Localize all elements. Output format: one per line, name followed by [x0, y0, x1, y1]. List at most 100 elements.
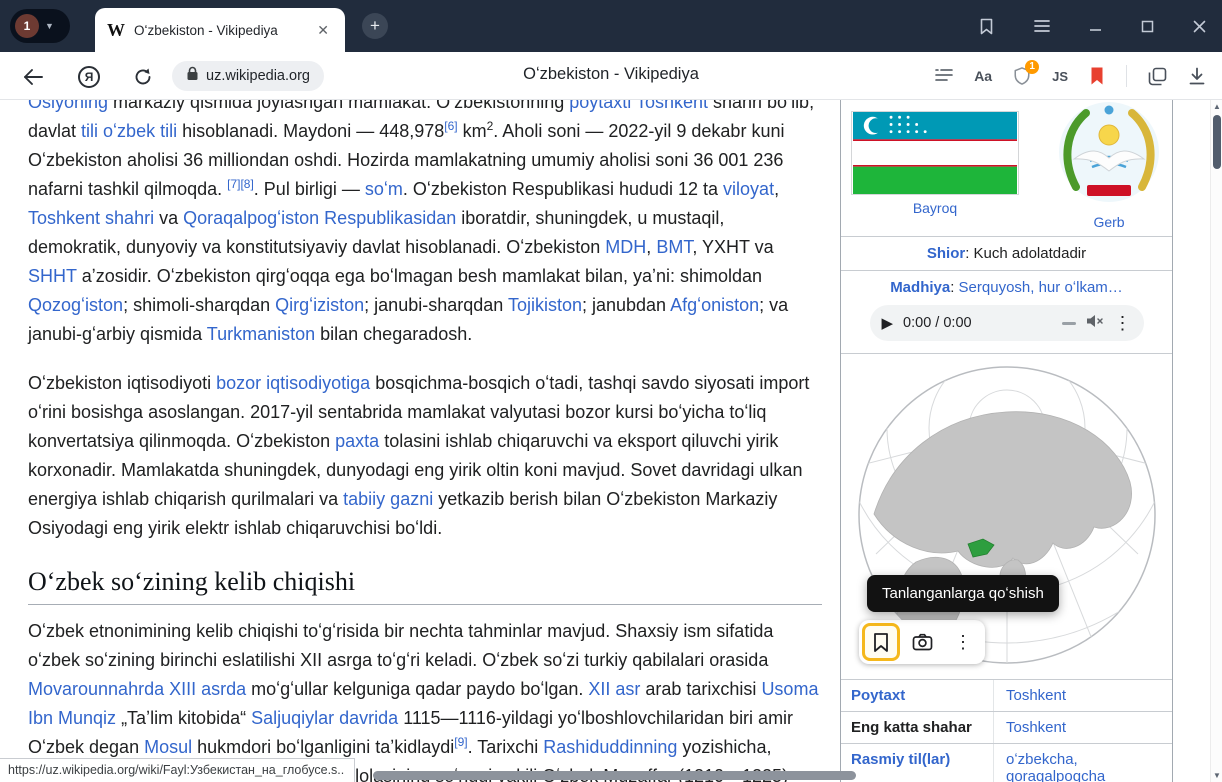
- wiki-link[interactable]: [9]: [454, 735, 467, 749]
- wiki-link[interactable]: Saljuqiylar davrida: [251, 708, 398, 728]
- wiki-link[interactable]: Toshkent shahri: [28, 208, 154, 228]
- chevron-down-icon: ▼: [45, 21, 54, 31]
- wiki-link[interactable]: [7][8]: [227, 177, 254, 191]
- wiki-link[interactable]: SHHT: [28, 266, 77, 286]
- audio-player[interactable]: ▶ 0:00 / 0:00 ⋮: [870, 305, 1144, 341]
- emblem-caption-link[interactable]: Gerb: [1056, 214, 1162, 230]
- maximize-icon[interactable]: [1141, 20, 1154, 33]
- text-run: hukmdori boʻlganligini taʼkidlaydi: [192, 737, 454, 757]
- reload-icon[interactable]: [130, 64, 156, 90]
- yandex-search-icon[interactable]: Я: [76, 64, 102, 90]
- minimize-icon[interactable]: [1089, 20, 1102, 33]
- screenshot-button[interactable]: [903, 623, 941, 661]
- scroll-down-arrow[interactable]: ▼: [1211, 771, 1222, 780]
- text-run: „Taʼlim kitobida“: [116, 708, 251, 728]
- location-map-row: Tanlanganlarga qoʻshish ⋮: [841, 353, 1172, 679]
- largest-city-value-link[interactable]: Toshkent: [993, 712, 1172, 743]
- infobox-table: Poytaxt Toshkent Eng katta shahar Toshke…: [841, 679, 1172, 782]
- wiki-link[interactable]: Tojikiston: [508, 295, 582, 315]
- flag-figure[interactable]: Bayroq: [851, 111, 1019, 216]
- wiki-link[interactable]: XII asr: [588, 679, 640, 699]
- wiki-link[interactable]: [6]: [444, 119, 457, 133]
- text-run: . Tarixchi: [468, 737, 544, 757]
- javascript-icon[interactable]: JS: [1052, 69, 1068, 84]
- wiki-link[interactable]: soʻm: [365, 179, 403, 199]
- titlebar: 1 ▼ W Oʻzbekiston - Vikipediya ✕ +: [0, 0, 1222, 52]
- text-run: hisoblanadi. Maydoni — 448,978: [177, 121, 444, 141]
- reference-link[interactable]: [7][8]: [227, 177, 254, 191]
- browser-window: 1 ▼ W Oʻzbekiston - Vikipediya ✕ +: [0, 0, 1222, 782]
- flag-caption-link[interactable]: Bayroq: [851, 200, 1019, 216]
- sidebar-panel-icon[interactable]: [978, 17, 995, 36]
- vertical-scrollbar[interactable]: ▲ ▼: [1210, 100, 1222, 782]
- text-run: yozishicha,: [677, 737, 771, 757]
- wiki-link[interactable]: Mosul: [144, 737, 192, 757]
- official-languages-value-link[interactable]: oʻzbekcha, qoraqalpoqcha: [993, 744, 1172, 782]
- horizontal-scrollbar-thumb[interactable]: [373, 771, 856, 780]
- close-icon[interactable]: [1193, 20, 1206, 33]
- wiki-link[interactable]: Afgʻoniston: [670, 295, 759, 315]
- new-tab-button[interactable]: +: [362, 13, 388, 39]
- translate-icon[interactable]: Aа: [974, 68, 992, 84]
- more-actions-button[interactable]: ⋮: [944, 623, 982, 661]
- motto-label-link[interactable]: Shior: [927, 245, 965, 262]
- wiki-link[interactable]: tabiiy gazni: [343, 489, 433, 509]
- uzbekistan-emblem-image[interactable]: [1056, 100, 1162, 205]
- emblem-figure[interactable]: Gerb: [1056, 100, 1162, 230]
- add-to-favorites-button[interactable]: [862, 623, 900, 661]
- text-run: markaziy qismida joylashgan mamlakat. Oʻ…: [108, 100, 569, 112]
- wiki-link[interactable]: BMT: [656, 237, 692, 257]
- wiki-link[interactable]: viloyat: [723, 179, 774, 199]
- section-heading: Oʻzbek soʻzining kelib chiqishi: [28, 567, 822, 605]
- play-icon[interactable]: ▶: [882, 314, 894, 332]
- text-run: . Oʻzbekiston Respublikasi hududi 12 ta: [403, 179, 723, 199]
- download-icon[interactable]: [1188, 67, 1206, 86]
- wiki-link[interactable]: tili oʻzbek tili: [81, 121, 177, 141]
- text-run: ; janubdan: [582, 295, 670, 315]
- seek-slider[interactable]: [1062, 322, 1076, 325]
- official-languages-label-link[interactable]: Rasmiy til(lar): [841, 744, 993, 782]
- page-content: Osiyoning markaziy qismida joylashgan ma…: [0, 100, 1210, 782]
- scroll-up-arrow[interactable]: ▲: [1211, 102, 1222, 111]
- reference-link[interactable]: [9]: [454, 735, 467, 749]
- back-button[interactable]: [20, 64, 46, 90]
- capital-value-link[interactable]: Toshkent: [993, 680, 1172, 711]
- volume-muted-icon[interactable]: [1086, 313, 1104, 333]
- wiki-link[interactable]: Qoraqalpogʻiston Respublikasidan: [183, 208, 456, 228]
- capital-label-link[interactable]: Poytaxt: [841, 680, 993, 711]
- menu-icon[interactable]: [1034, 19, 1050, 33]
- wiki-link[interactable]: paxta: [335, 431, 379, 451]
- text-run: ,: [774, 179, 779, 199]
- browser-tab[interactable]: W Oʻzbekiston - Vikipediya ✕: [95, 8, 345, 52]
- bookmark-flag-icon[interactable]: [1089, 66, 1105, 86]
- tab-group-selector[interactable]: 1 ▼: [10, 9, 70, 43]
- wiki-link[interactable]: Qozogʻiston: [28, 295, 123, 315]
- text-run: . Pul birligi —: [254, 179, 365, 199]
- audio-menu-icon[interactable]: ⋮: [1114, 314, 1132, 332]
- protect-extension-icon[interactable]: 1: [1013, 66, 1031, 86]
- wiki-link[interactable]: Movarounnahrda XIII asrda: [28, 679, 246, 699]
- image-action-bar: ⋮: [859, 620, 985, 664]
- collections-tabs-icon[interactable]: [1148, 67, 1167, 86]
- text-run: Oʻzbekiston iqtisodiyoti: [28, 373, 216, 393]
- wiki-link[interactable]: Rashiduddinning: [543, 737, 677, 757]
- wiki-link[interactable]: poytaxti Toshkent: [569, 100, 708, 112]
- vertical-scrollbar-thumb[interactable]: [1213, 115, 1221, 169]
- wiki-link[interactable]: MDH: [605, 237, 646, 257]
- text-run: bilan chegaradosh.: [315, 324, 472, 344]
- anthem-title-link[interactable]: Serquyosh, hur oʻlkam…: [959, 279, 1123, 296]
- uzbekistan-flag-image[interactable]: [851, 111, 1019, 195]
- text-run: km: [458, 121, 487, 141]
- article-body: Osiyoning markaziy qismida joylashgan ma…: [28, 100, 822, 782]
- wiki-link[interactable]: Osiyoning: [28, 100, 108, 112]
- wiki-link[interactable]: bozor iqtisodiyotiga: [216, 373, 370, 393]
- infobox: Bayroq Gerb: [840, 100, 1173, 782]
- wiki-link[interactable]: Qirgʻiziston: [275, 295, 364, 315]
- anthem-label-link[interactable]: Madhiya: [890, 279, 950, 296]
- wiki-link[interactable]: Turkmaniston: [207, 324, 315, 344]
- text-run: va: [154, 208, 183, 228]
- reader-mode-icon[interactable]: [935, 68, 953, 84]
- reference-link[interactable]: [6]: [444, 119, 457, 133]
- anthem-colon: :: [950, 279, 958, 296]
- tab-close-icon[interactable]: ✕: [313, 20, 333, 41]
